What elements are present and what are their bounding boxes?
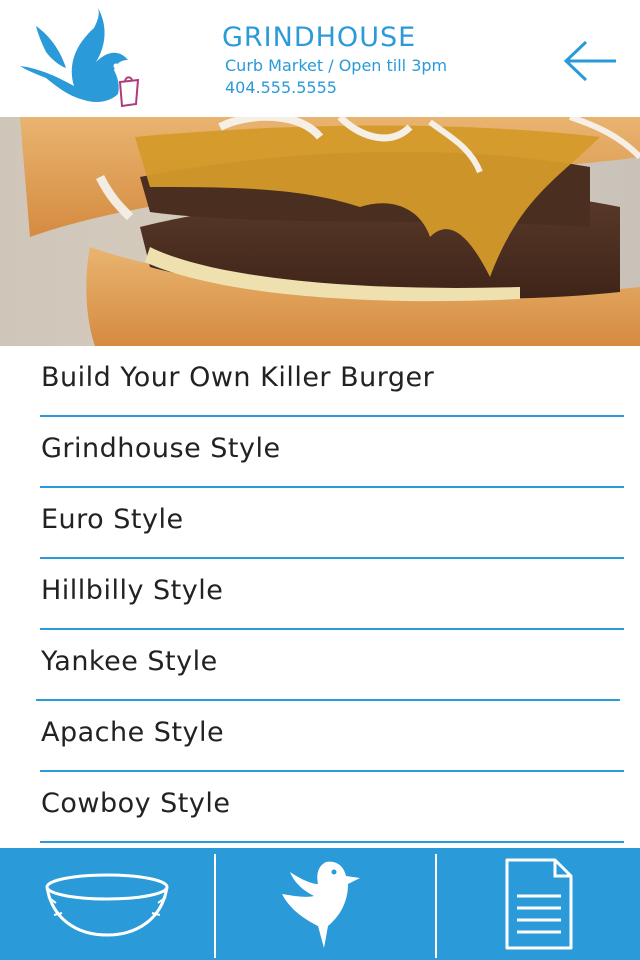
list-item[interactable]: Cowboy Style [0, 772, 640, 843]
phone-number[interactable]: 404.555.5555 [225, 78, 337, 97]
arrow-left-icon [563, 40, 616, 82]
burger-photo [0, 117, 640, 346]
menu-item-label: Grindhouse Style [41, 433, 281, 464]
menu-item-label: Apache Style [41, 717, 225, 748]
menu-item-label: Build Your Own Killer Burger [41, 362, 435, 393]
menu-item-label: Euro Style [41, 504, 184, 535]
list-item[interactable]: Apache Style [0, 701, 640, 772]
bird-icon [281, 861, 360, 948]
list-item[interactable]: Hillbilly Style [0, 559, 640, 630]
list-item[interactable]: Grindhouse Style [0, 417, 640, 488]
tab-bowl[interactable] [0, 848, 214, 960]
tab-document[interactable] [437, 848, 640, 960]
location-hours: Curb Market / Open till 3pm [225, 56, 448, 75]
bowl-icon [45, 873, 169, 937]
swallow-bird-logo-icon [20, 8, 140, 108]
back-button[interactable] [562, 38, 620, 84]
list-item[interactable]: Build Your Own Killer Burger [0, 346, 640, 417]
burger-illustration [0, 117, 640, 346]
document-icon [505, 858, 572, 950]
list-item[interactable]: Euro Style [0, 488, 640, 559]
tab-bird[interactable] [216, 848, 435, 960]
menu-item-label: Yankee Style [41, 646, 218, 677]
app-header: GRINDHOUSE Curb Market / Open till 3pm 4… [0, 0, 640, 117]
bottom-tab-bar [0, 848, 640, 960]
menu-item-label: Cowboy Style [41, 788, 231, 819]
restaurant-name: GRINDHOUSE [222, 22, 417, 53]
menu-list: Build Your Own Killer Burger Grindhouse … [0, 346, 640, 843]
divider [40, 841, 624, 843]
list-item[interactable]: Yankee Style [0, 630, 640, 701]
menu-item-label: Hillbilly Style [41, 575, 224, 606]
